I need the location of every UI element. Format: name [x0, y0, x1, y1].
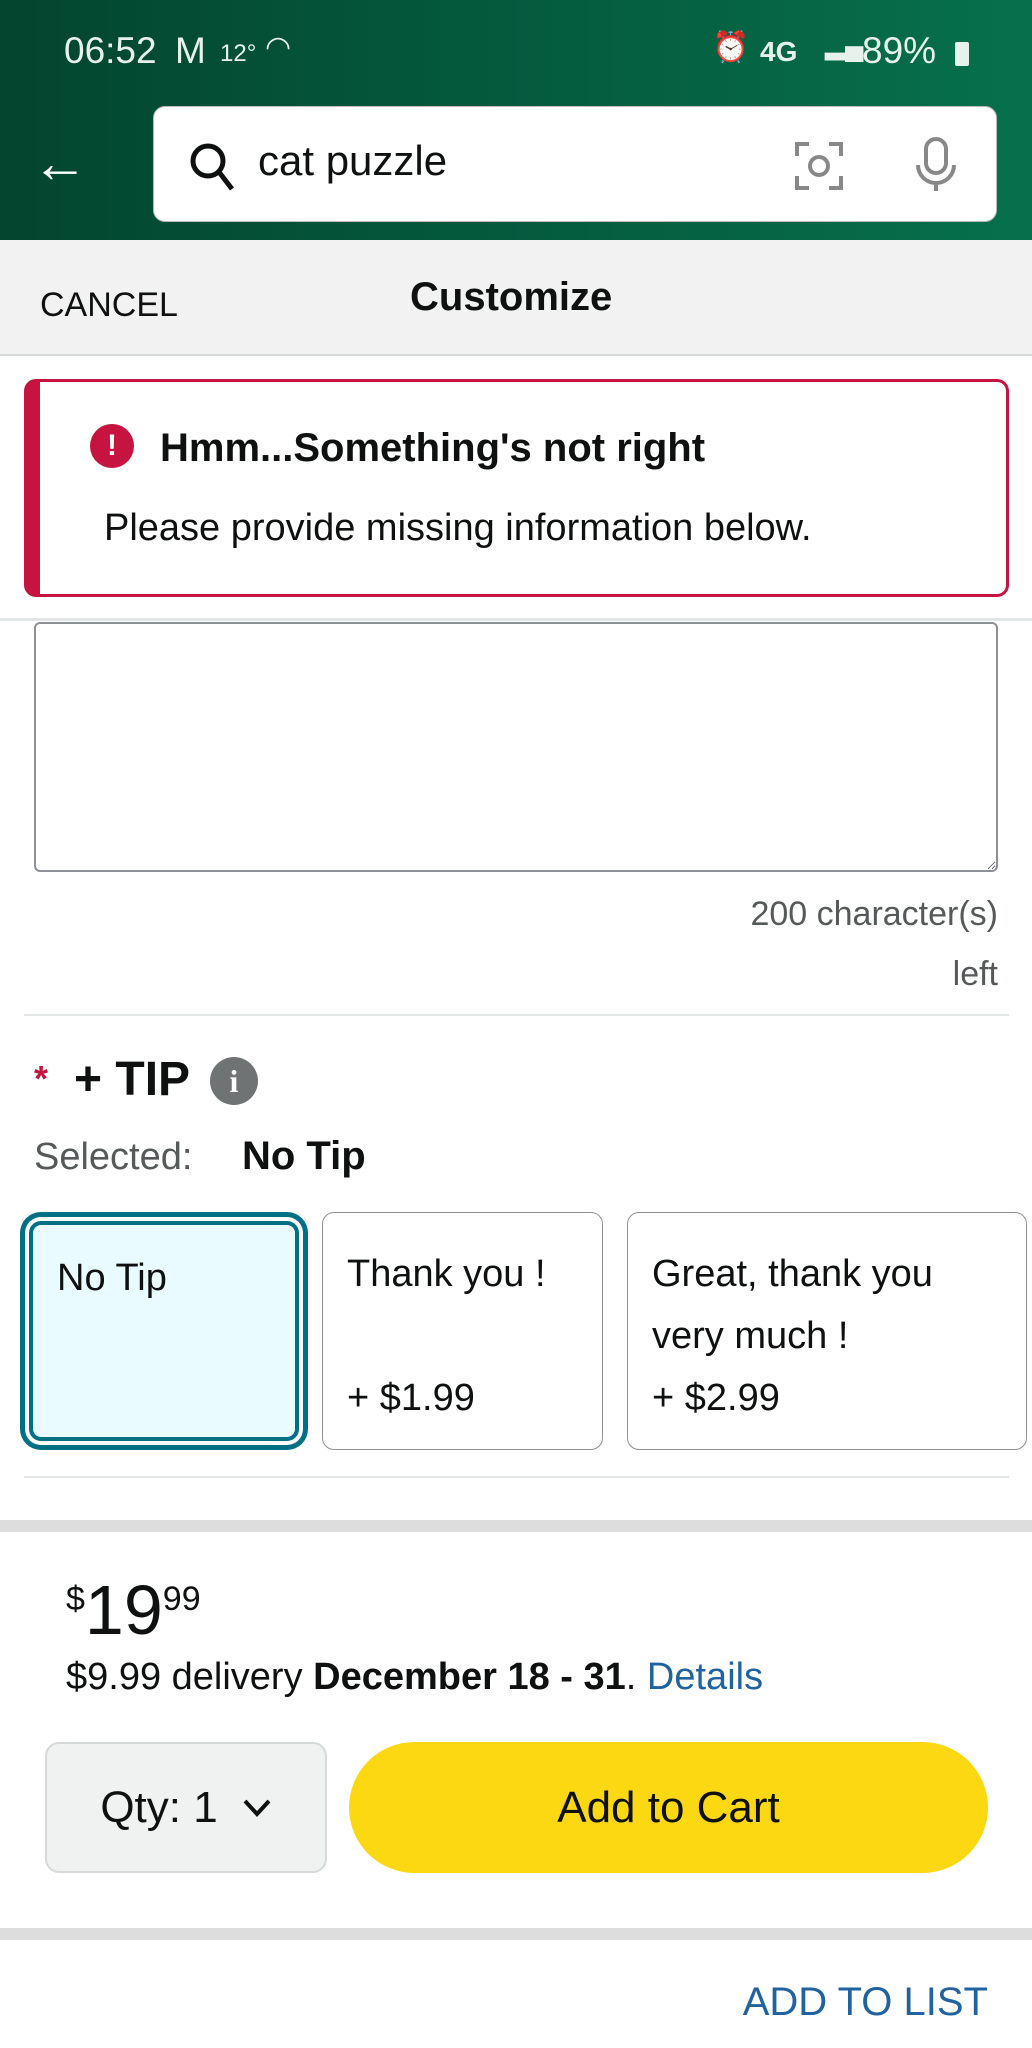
divider	[24, 1014, 1009, 1016]
add-to-cart-button[interactable]: Add to Cart	[349, 1742, 988, 1873]
error-icon: !	[90, 424, 134, 468]
tip-option-price: + $2.99	[652, 1377, 780, 1419]
camera-scan-icon[interactable]	[794, 141, 844, 191]
error-message: Please provide missing information below…	[104, 507, 812, 549]
chevron-down-icon	[243, 1799, 271, 1817]
divider	[0, 618, 1032, 621]
delivery-cost: $9.99 delivery	[66, 1656, 314, 1698]
divider	[24, 1476, 1009, 1478]
tip-option-title: Great, thank you very much !	[652, 1253, 933, 1357]
price-fraction: 99	[162, 1580, 201, 1618]
info-icon[interactable]: i	[210, 1057, 258, 1105]
char-counter: 200 character(s)	[750, 895, 998, 933]
selected-label: Selected:	[34, 1136, 193, 1178]
tip-option-title: No Tip	[57, 1257, 167, 1299]
selected-value: No Tip	[242, 1134, 366, 1178]
cancel-button[interactable]: CANCEL	[40, 286, 178, 325]
app-header: 06:52 M 12° ◠ ⏰ 4G ▂▄ 89% ← cat puzzle	[0, 0, 1032, 240]
tip-option-price: + $1.99	[347, 1377, 475, 1419]
add-to-list-button[interactable]: ADD TO LIST	[743, 1980, 988, 2025]
details-link[interactable]: Details	[647, 1656, 763, 1698]
wifi-icon: ◠	[265, 31, 292, 64]
network-type: 4G	[760, 36, 798, 67]
battery-icon	[955, 42, 969, 66]
quantity-select[interactable]: Qty: 1	[45, 1742, 327, 1873]
tip-option-thank-you[interactable]: Thank you ! + $1.99	[322, 1212, 603, 1450]
char-counter-left: left	[952, 955, 998, 993]
delivery-date: December 18 - 31	[313, 1656, 626, 1698]
price-currency: $	[66, 1580, 85, 1618]
status-temp: 12°	[220, 40, 257, 67]
search-input[interactable]: cat puzzle	[153, 106, 997, 222]
section-divider	[0, 1928, 1032, 1940]
required-mark: *	[34, 1058, 49, 1099]
search-query: cat puzzle	[258, 137, 448, 184]
battery-level: 89%	[862, 30, 937, 71]
price-whole: 19	[84, 1571, 163, 1649]
gmail-icon: M	[175, 30, 206, 71]
page-title: Customize	[410, 275, 613, 319]
error-title: Hmm...Something's not right	[160, 426, 706, 470]
price: $ 19 99	[66, 1572, 201, 1648]
delivery-info: $9.99 delivery December 18 - 31. Details	[66, 1656, 763, 1699]
tip-option-no-tip[interactable]: No Tip	[29, 1221, 299, 1441]
customize-bar: CANCEL Customize	[0, 240, 1032, 356]
tip-label: + TIP	[74, 1053, 191, 1106]
signal-icon: ▂▄	[825, 30, 864, 60]
microphone-icon[interactable]	[914, 137, 958, 193]
search-icon	[190, 143, 234, 191]
alarm-icon: ⏰	[712, 31, 750, 64]
qty-label: Qty: 1	[100, 1782, 218, 1832]
section-divider	[0, 1520, 1032, 1532]
custom-text-input[interactable]	[34, 622, 998, 872]
status-time: 06:52	[64, 30, 157, 71]
error-alert: ! Hmm...Something's not right Please pro…	[24, 379, 1009, 597]
delivery-period: .	[625, 1656, 637, 1698]
back-arrow-icon[interactable]: ←	[32, 130, 88, 195]
tip-option-great[interactable]: Great, thank you very much ! + $2.99	[627, 1212, 1027, 1450]
tip-option-title: Thank you !	[347, 1253, 546, 1295]
